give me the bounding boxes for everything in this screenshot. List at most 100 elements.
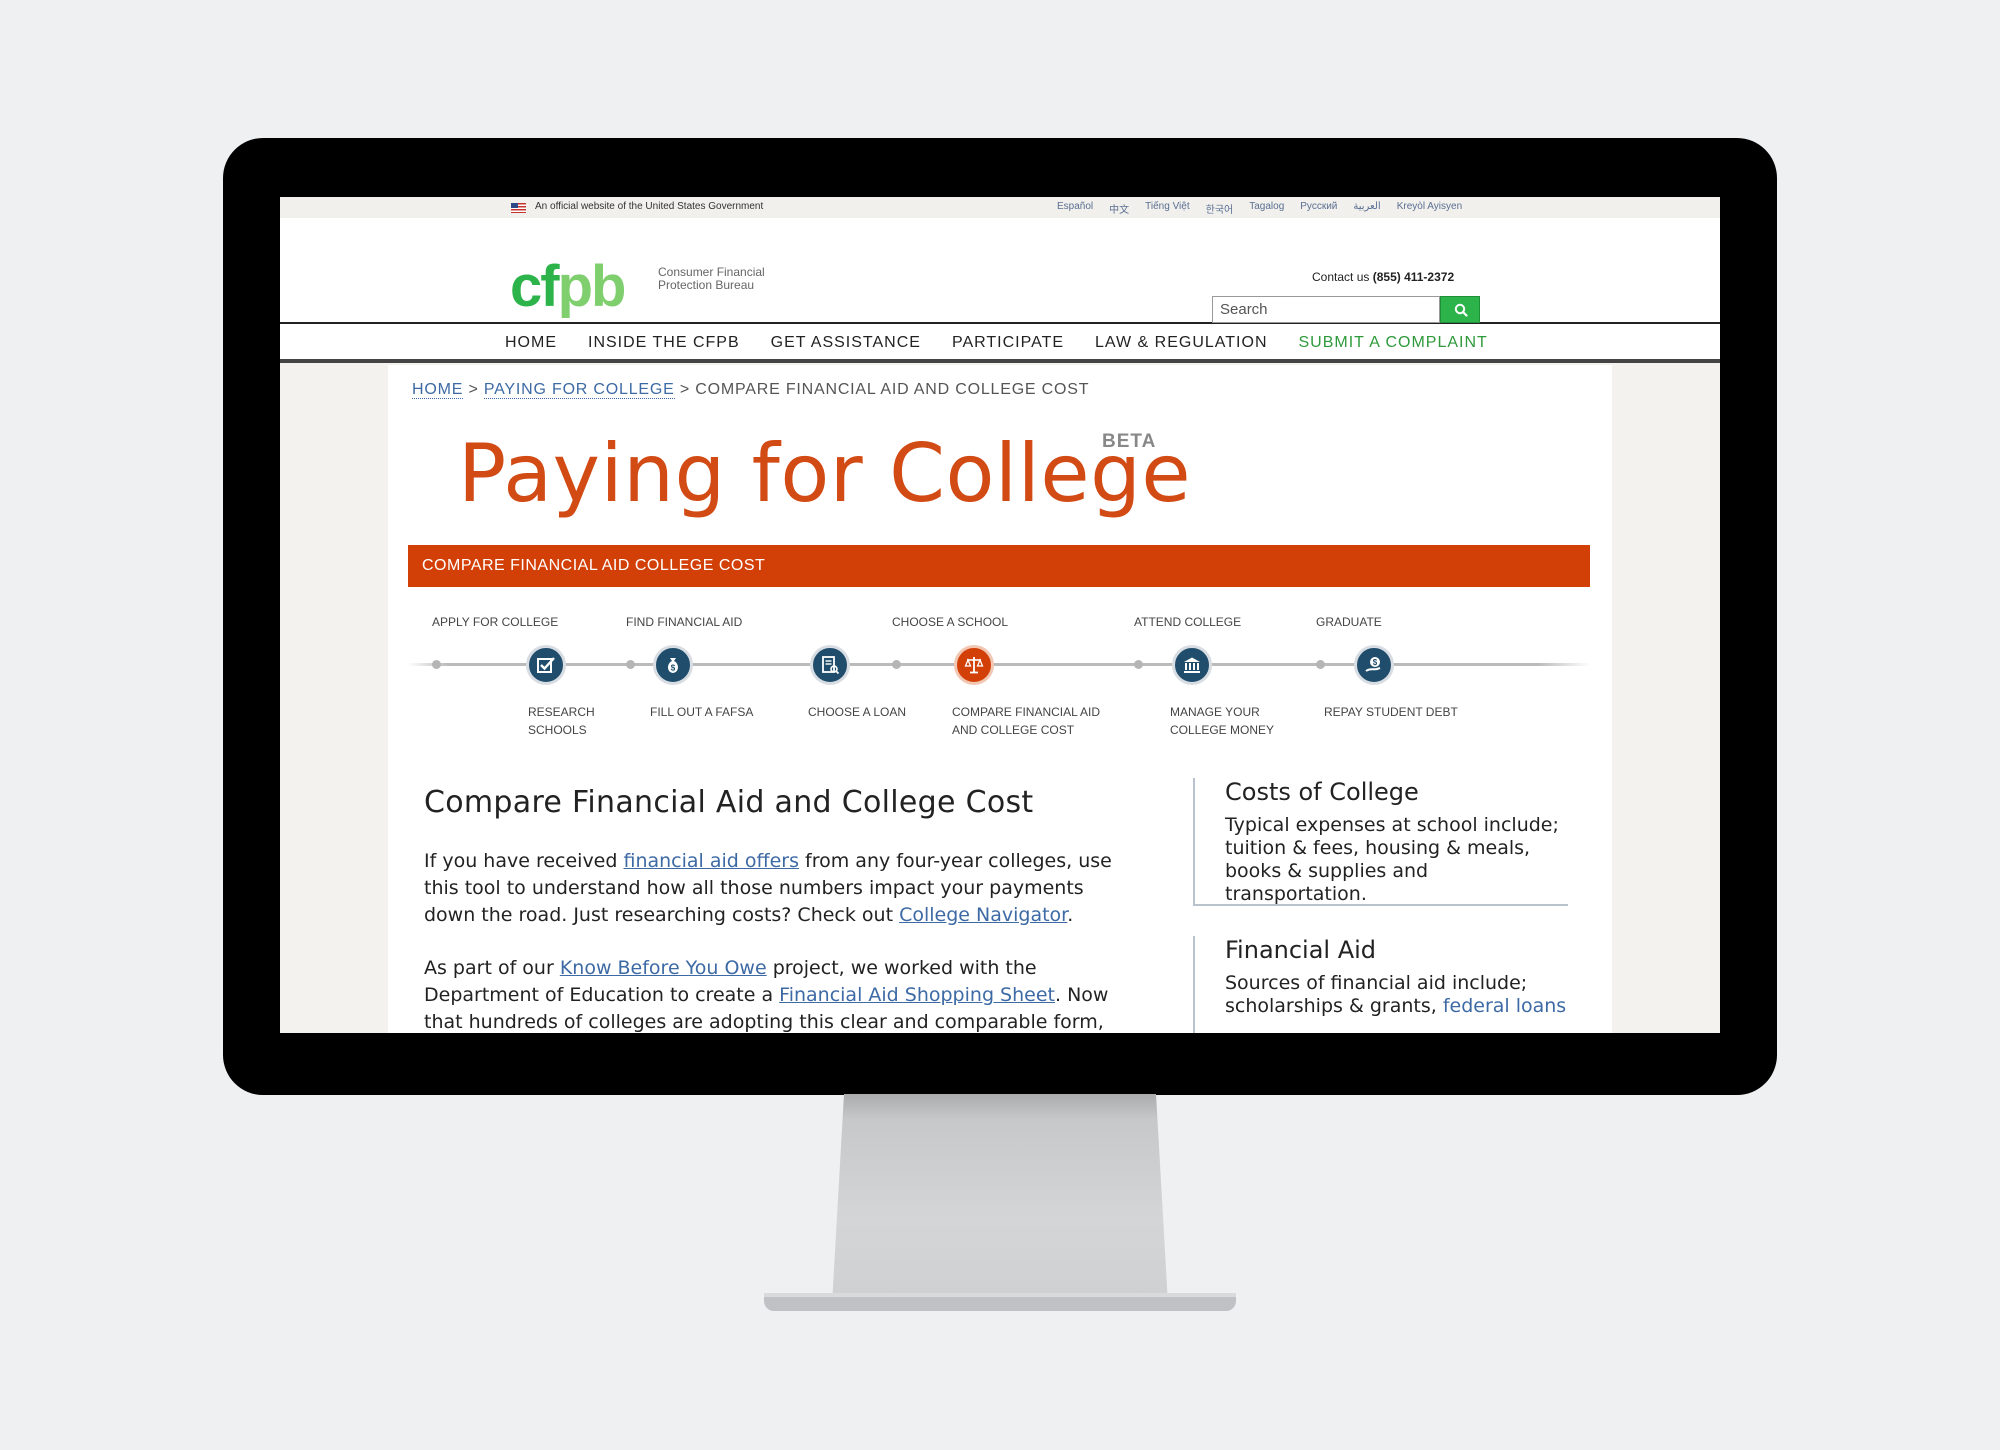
tool-banner: COMPARE FINANCIAL AID COLLEGE COST (408, 545, 1590, 587)
language-link[interactable]: 中文 (1109, 201, 1129, 216)
phase-dot (1134, 660, 1143, 669)
svg-text:$: $ (1373, 658, 1378, 667)
breadcrumb-paying-for-college[interactable]: PAYING FOR COLLEGE (483, 381, 675, 399)
checkbox-icon (537, 657, 555, 673)
financial-aid-title: Financial Aid (1225, 936, 1377, 964)
step-compare-financial-aid[interactable] (954, 645, 994, 685)
paragraph-text: . (1067, 904, 1074, 926)
tool-banner-label: COMPARE FINANCIAL AID COLLEGE COST (422, 557, 766, 574)
contact-phone[interactable]: (855) 411-2372 (1373, 270, 1454, 284)
phase-dot (432, 660, 441, 669)
phase-dot (892, 660, 901, 669)
breadcrumb-current: COMPARE FINANCIAL AID AND COLLEGE COST (695, 381, 1090, 398)
nav-submit-complaint[interactable]: SUBMIT A COMPLAINT (1299, 334, 1488, 352)
page-title: Paying for College (458, 427, 1192, 520)
step-research-schools[interactable] (526, 645, 566, 685)
step-label: REPAY STUDENT DEBT (1324, 703, 1458, 721)
nav-get-assistance[interactable]: GET ASSISTANCE (771, 334, 921, 352)
us-flag-icon (511, 203, 526, 213)
intro-paragraph: If you have received financial aid offer… (424, 848, 1124, 929)
phase-label: FIND FINANCIAL AID (626, 615, 743, 629)
college-journey-timeline: APPLY FOR COLLEGE FIND FINANCIAL AID CHO… (408, 615, 1590, 745)
site-header: cfpb Consumer Financial Protection Burea… (280, 218, 1720, 324)
phase-label: GRADUATE (1316, 615, 1382, 629)
step-label-line: RESEARCH (528, 705, 595, 719)
language-link[interactable]: 한국어 (1206, 201, 1234, 216)
document-icon (822, 656, 840, 675)
timeline-line (408, 663, 1590, 666)
step-choose-a-loan[interactable] (810, 645, 850, 685)
nav-home[interactable]: HOME (505, 334, 557, 352)
language-link[interactable]: Tagalog (1249, 201, 1284, 216)
language-link[interactable]: العربية (1353, 201, 1380, 216)
search-input[interactable]: Search (1212, 296, 1440, 323)
college-navigator-link[interactable]: College Navigator (899, 904, 1067, 926)
shopping-sheet-link[interactable]: Financial Aid Shopping Sheet (779, 984, 1055, 1006)
costs-of-college-text: Typical expenses at school include; tuit… (1225, 814, 1559, 905)
step-fill-out-fafsa[interactable]: $ (653, 645, 693, 685)
language-link[interactable]: Tiếng Việt (1145, 201, 1189, 216)
contact-label[interactable]: Contact us (1312, 270, 1369, 284)
know-before-you-owe-link[interactable]: Know Before You Owe (560, 957, 767, 979)
phase-label: APPLY FOR COLLEGE (432, 615, 559, 629)
step-label-line: REPAY STUDENT DEBT (1324, 705, 1458, 719)
nav-law-regulation[interactable]: LAW & REGULATION (1095, 334, 1267, 352)
gov-banner: An official website of the United States… (280, 197, 1720, 218)
language-link[interactable]: Kreyòl Ayisyen (1397, 201, 1462, 216)
logo-letters-cf: cf (510, 254, 560, 319)
phase-label: CHOOSE A SCHOOL (892, 615, 1009, 629)
step-repay-student-debt[interactable]: $ (1354, 645, 1394, 685)
breadcrumb-separator: > (679, 381, 691, 398)
step-label: CHOOSE A LOAN (808, 703, 906, 721)
paragraph-text: If you have received (424, 850, 624, 872)
step-label: FILL OUT A FAFSA (650, 703, 753, 721)
cfpb-logo[interactable]: cfpb (510, 258, 626, 316)
gov-banner-text: An official website of the United States… (535, 201, 764, 212)
step-label-line: SCHOOLS (528, 723, 587, 737)
scales-icon (964, 657, 984, 674)
nav-inside-the-cfpb[interactable]: INSIDE THE CFPB (588, 334, 740, 352)
costs-of-college-box: Costs of College Typical expenses at sch… (1193, 778, 1568, 906)
step-label-line: FILL OUT A FAFSA (650, 705, 754, 719)
language-link[interactable]: Español (1057, 201, 1093, 216)
logo-wordmark: Consumer Financial Protection Bureau (658, 266, 765, 292)
browser-viewport: An official website of the United States… (280, 197, 1720, 1033)
breadcrumb: HOME > PAYING FOR COLLEGE > COMPARE FINA… (412, 381, 1089, 399)
federal-loans-link[interactable]: federal loans (1443, 995, 1566, 1017)
nav-participate[interactable]: PARTICIPATE (952, 334, 1064, 352)
step-label-line: CHOOSE A LOAN (808, 705, 907, 719)
step-label: COMPARE FINANCIAL AID AND COLLEGE COST (952, 703, 1100, 739)
step-label-line: COMPARE FINANCIAL AID (952, 705, 1101, 719)
financial-aid-box: Financial Aid Sources of financial aid i… (1193, 936, 1568, 1033)
breadcrumb-separator: > (468, 381, 479, 398)
know-before-paragraph: As part of our Know Before You Owe proje… (424, 955, 1124, 1033)
search-icon (1454, 303, 1468, 317)
phase-label: ATTEND COLLEGE (1134, 615, 1242, 629)
main-nav: HOME INSIDE THE CFPB GET ASSISTANCE PART… (280, 324, 1720, 363)
search-button[interactable] (1440, 296, 1480, 323)
costs-of-college-title: Costs of College (1225, 778, 1419, 806)
phase-dot (1316, 660, 1325, 669)
step-label: MANAGE YOUR COLLEGE MONEY (1170, 703, 1274, 739)
svg-text:$: $ (671, 664, 676, 673)
logo-letters-pb: pb (557, 254, 627, 319)
section-heading: Compare Financial Aid and College Cost (424, 785, 1034, 820)
main-content: HOME > PAYING FOR COLLEGE > COMPARE FINA… (388, 365, 1612, 1033)
money-bag-icon: $ (668, 658, 678, 673)
step-label: RESEARCH SCHOOLS (528, 703, 595, 739)
pay-icon: $ (1365, 657, 1381, 672)
step-label-line: COLLEGE MONEY (1170, 723, 1275, 737)
language-list: Español 中文 Tiếng Việt 한국어 Tagalog Русски… (1057, 201, 1462, 216)
step-label-line: AND COLLEGE COST (952, 723, 1075, 737)
breadcrumb-home[interactable]: HOME (412, 381, 464, 399)
paragraph-text: As part of our (424, 957, 560, 979)
language-link[interactable]: Русский (1300, 201, 1337, 216)
phase-dot (626, 660, 635, 669)
step-manage-college-money[interactable] (1172, 645, 1212, 685)
sidebar: Costs of College Typical expenses at sch… (1193, 778, 1568, 1033)
financial-aid-offers-link[interactable]: financial aid offers (623, 850, 799, 872)
logo-line-2: Protection Bureau (658, 278, 755, 292)
bank-icon (1184, 657, 1200, 673)
step-label-line: MANAGE YOUR (1170, 705, 1260, 719)
beta-badge: BETA (1102, 431, 1157, 452)
